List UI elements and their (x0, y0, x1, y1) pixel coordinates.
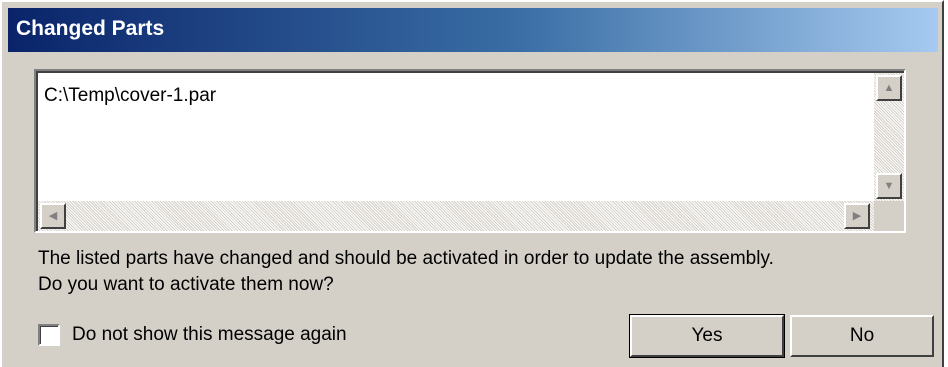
scroll-down-arrow-icon[interactable]: ▼ (876, 173, 902, 199)
horizontal-scrollbar[interactable]: ◀ ▶ (38, 201, 874, 231)
scroll-up-arrow-icon[interactable]: ▲ (876, 75, 902, 101)
changed-parts-dialog: Changed Parts C:\Temp\cover-1.par ▲ ▼ ◀ … (0, 0, 944, 367)
message-line-1: The listed parts have changed and should… (38, 248, 774, 269)
vertical-scrollbar[interactable]: ▲ ▼ (874, 73, 904, 203)
scroll-right-arrow-icon[interactable]: ▶ (844, 203, 870, 229)
scrollbar-corner (874, 201, 904, 231)
list-frame: C:\Temp\cover-1.par ▲ ▼ ◀ ▶ (36, 71, 904, 231)
changed-parts-list[interactable]: C:\Temp\cover-1.par ▲ ▼ ◀ ▶ (34, 69, 906, 233)
message-line-2: Do you want to activate them now? (38, 274, 334, 295)
yes-button[interactable]: Yes (629, 314, 785, 358)
message-text: The listed parts have changed and should… (38, 246, 774, 298)
title-bar[interactable]: Changed Parts (8, 8, 938, 52)
do-not-show-checkbox[interactable] (38, 324, 60, 346)
list-item[interactable]: C:\Temp\cover-1.par (44, 85, 216, 107)
do-not-show-label[interactable]: Do not show this message again (72, 324, 347, 346)
window-title: Changed Parts (16, 17, 165, 40)
scroll-left-arrow-icon[interactable]: ◀ (40, 203, 66, 229)
no-button[interactable]: No (790, 315, 934, 357)
